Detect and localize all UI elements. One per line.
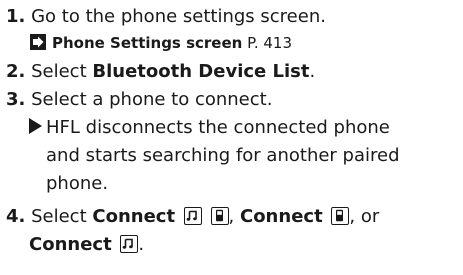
step-text: Select a phone to connect. <box>31 89 273 110</box>
connect-label: Connect <box>239 206 323 227</box>
arrow-right-box-icon <box>30 34 46 50</box>
step-3: 3. Select a phone to connect. <box>6 88 272 112</box>
reference-title: Phone Settings screen <box>52 34 243 52</box>
step-1: 1. Go to the phone settings screen. <box>6 5 326 29</box>
reference-page: P. 413 <box>247 34 292 52</box>
step-number: 1. <box>6 6 26 27</box>
phone-icon <box>210 207 229 225</box>
step-number: 3. <box>6 89 26 110</box>
step-4-continued: Connect . <box>29 234 145 255</box>
result-line-3: phone. <box>46 173 109 194</box>
step-text: Select <box>31 206 93 227</box>
step-emphasis: Bluetooth Device List <box>92 61 310 82</box>
result-line-1: HFL disconnects the connected phone <box>29 116 390 140</box>
step-text-end: . <box>309 61 316 82</box>
step-number: 4. <box>6 206 26 227</box>
step-text: Go to the phone settings screen. <box>31 6 326 27</box>
page-reference[interactable]: Phone Settings screen P. 413 <box>30 31 292 55</box>
phone-icon <box>331 207 350 225</box>
step-4: 4. Select Connect , Connect , or <box>6 206 380 227</box>
step-text: Select <box>31 61 93 82</box>
connect-label: Connect <box>29 234 112 255</box>
music-note-icon <box>120 235 139 253</box>
result-line-2: and starts searching for another paired <box>46 145 400 166</box>
music-note-icon <box>183 207 202 225</box>
step-2: 2. Select Bluetooth Device List. <box>6 60 315 84</box>
step-number: 2. <box>6 61 26 82</box>
connect-label: Connect <box>92 206 176 227</box>
result-triangle-icon <box>29 118 42 134</box>
